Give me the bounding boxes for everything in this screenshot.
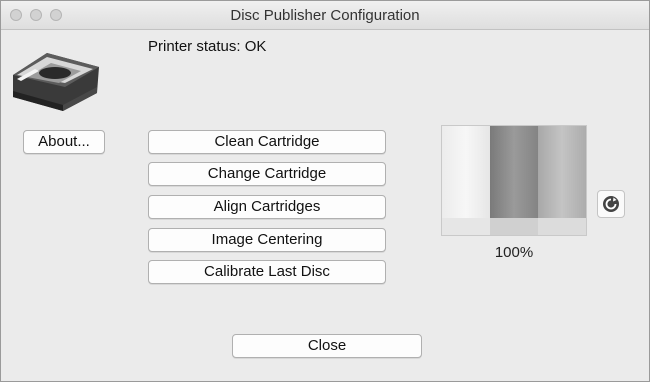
image-centering-button[interactable]: Image Centering [148, 228, 386, 252]
title-bar: Disc Publisher Configuration [1, 1, 649, 30]
printer-status: Printer status: OK [148, 38, 267, 55]
about-button[interactable]: About... [23, 130, 105, 154]
calibrate-last-disc-button[interactable]: Calibrate Last Disc [148, 260, 386, 284]
ink-cartridge-right [538, 126, 586, 218]
window-title: Disc Publisher Configuration [230, 7, 420, 24]
refresh-button[interactable] [597, 190, 625, 218]
change-cartridge-button[interactable]: Change Cartridge [148, 162, 386, 186]
ink-cartridge-middle [490, 126, 538, 218]
disc-publisher-printer-icon [13, 53, 99, 111]
ink-level-gauge [441, 125, 587, 236]
clean-cartridge-button[interactable]: Clean Cartridge [148, 130, 386, 154]
refresh-icon [603, 196, 619, 212]
close-button[interactable]: Close [232, 334, 422, 358]
ink-cartridge-left [442, 126, 490, 218]
configuration-window: Disc Publisher Configuration Printer sta… [0, 0, 650, 382]
ink-level-percent: 100% [494, 244, 534, 261]
align-cartridges-button[interactable]: Align Cartridges [148, 195, 386, 219]
